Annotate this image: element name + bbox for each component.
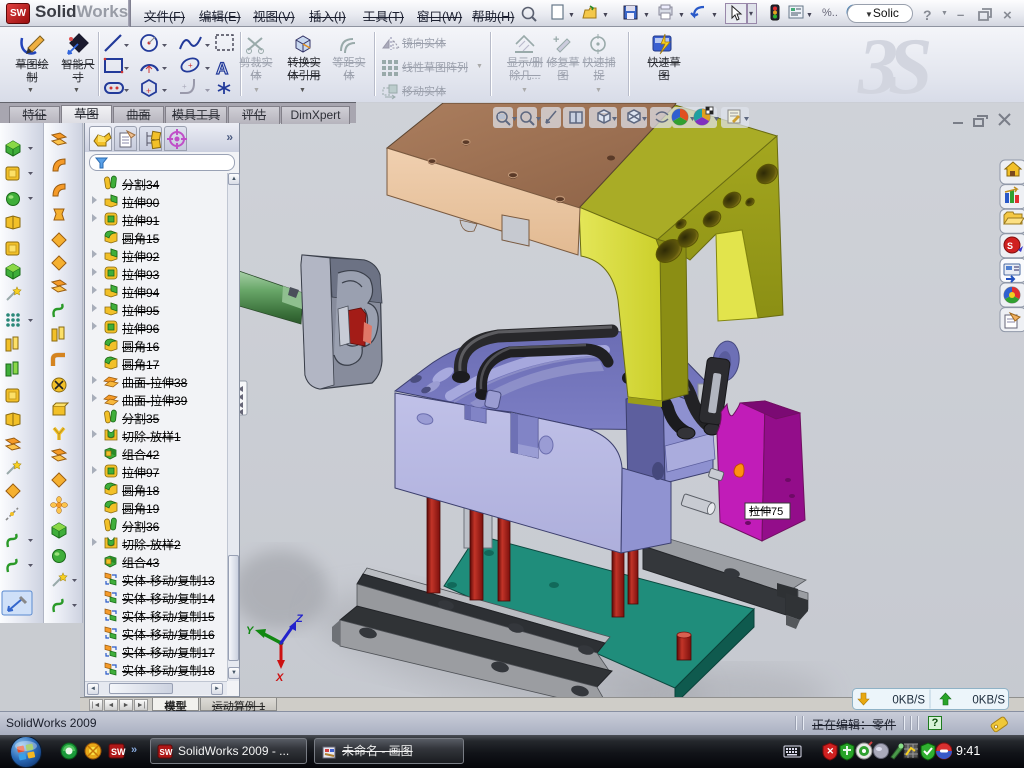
svg-text:✕: ✕ (827, 746, 835, 756)
svg-text:X: X (275, 672, 284, 684)
svg-text:0KB/S: 0KB/S (892, 695, 925, 707)
svg-text:»: » (131, 744, 137, 756)
svg-text:SW: SW (111, 747, 126, 757)
svg-text:S: S (1007, 241, 1013, 251)
svg-text:▾: ▾ (749, 9, 753, 18)
svg-text:Z: Z (295, 613, 304, 625)
svg-text:+: + (188, 61, 193, 70)
svg-text:SW: SW (160, 748, 173, 757)
svg-text:A: A (216, 59, 228, 78)
svg-text:+: + (182, 82, 187, 91)
svg-text:0KB/S: 0KB/S (972, 695, 1005, 707)
svg-text:+: + (553, 34, 559, 46)
svg-text:+: + (146, 86, 151, 96)
